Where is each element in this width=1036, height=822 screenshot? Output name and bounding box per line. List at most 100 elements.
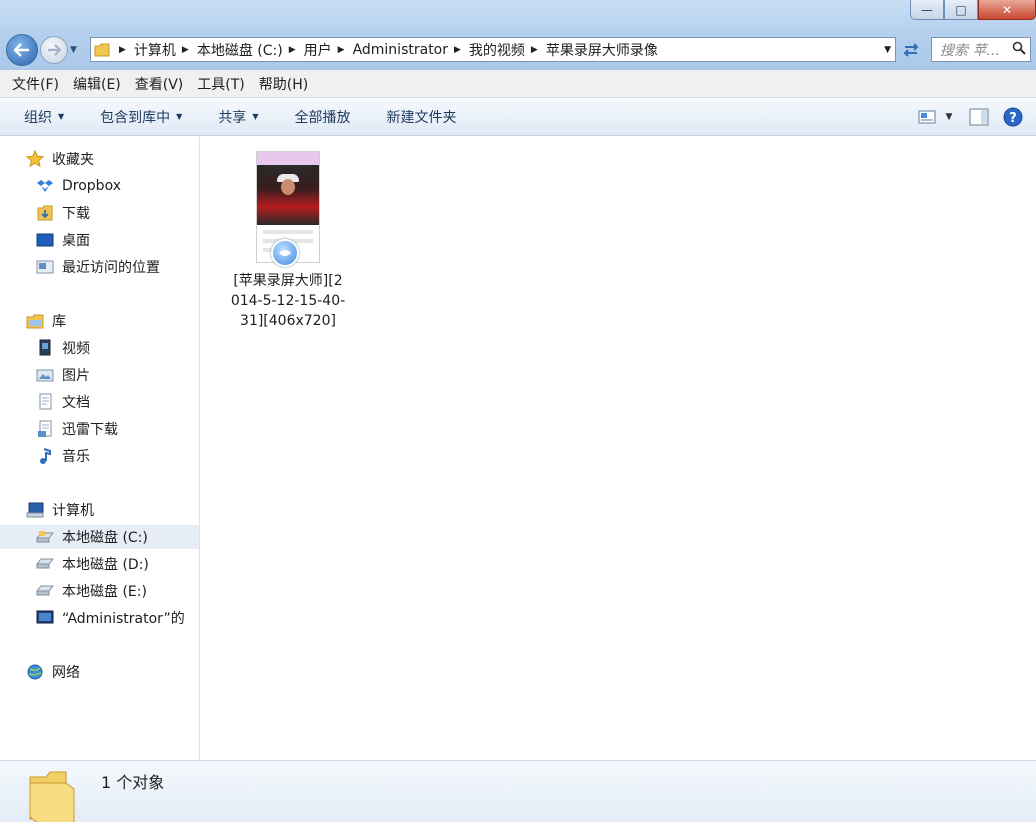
recent-pages-dropdown[interactable]: ▼ xyxy=(70,45,77,55)
sidebar-network[interactable]: 网络 xyxy=(26,660,225,684)
share-label: 共享 xyxy=(218,109,247,126)
computer-icon xyxy=(26,502,44,518)
sidebar-libraries[interactable]: 库 xyxy=(26,309,225,333)
file-name: [苹果录屏大师][2014-5-12-15-40-31][406x720] xyxy=(230,273,346,329)
sidebar-item-drive-c[interactable]: 本地磁盘 (C:) xyxy=(0,525,199,549)
menu-file[interactable]: 文件(F) xyxy=(5,74,66,94)
file-list[interactable]: [苹果录屏大师][2014-5-12-15-40-31][406x720] xyxy=(201,137,1036,760)
view-controls: ▼ ? xyxy=(916,98,1036,136)
sidebar-item-label: 本地磁盘 (D:) xyxy=(62,557,149,573)
chevron-right-icon[interactable]: ▶ xyxy=(182,45,189,55)
help-icon[interactable]: ? xyxy=(1002,106,1024,128)
sidebar-libraries-label: 库 xyxy=(52,314,66,330)
sidebar-item-label: Dropbox xyxy=(62,178,121,194)
refresh-icon xyxy=(903,42,919,57)
window-controls: — □ ✕ xyxy=(910,0,1036,21)
video-overlay-icon xyxy=(271,239,299,267)
navigation-buttons: ▼ xyxy=(6,34,77,66)
breadcrumb-users[interactable]: 用户 xyxy=(304,40,332,60)
hard-drive-icon xyxy=(36,556,54,572)
system-drive-icon xyxy=(36,529,54,545)
breadcrumb-my-videos[interactable]: 我的视频 xyxy=(469,40,525,60)
video-file-item[interactable]: [苹果录屏大师][2014-5-12-15-40-31][406x720] xyxy=(229,151,347,331)
sidebar-item-label: 本地磁盘 (E:) xyxy=(62,584,147,600)
breadcrumb-computer[interactable]: 计算机 xyxy=(134,40,176,60)
documents-library-icon xyxy=(36,393,54,410)
search-icon[interactable] xyxy=(1012,41,1026,59)
sidebar-item-label: 文档 xyxy=(62,395,90,411)
chevron-right-icon[interactable]: ▶ xyxy=(531,45,538,55)
details-pane: 1 个对象 xyxy=(0,760,1036,822)
music-library-icon xyxy=(36,448,54,464)
play-all-button[interactable]: 全部播放 xyxy=(284,107,360,127)
preview-pane-icon[interactable] xyxy=(968,106,990,128)
menu-tools[interactable]: 工具(T) xyxy=(190,74,251,94)
sidebar-network-label: 网络 xyxy=(52,665,80,681)
sidebar-favorites[interactable]: 收藏夹 xyxy=(26,147,225,171)
breadcrumb-current-folder[interactable]: 苹果录屏大师录像 xyxy=(546,40,658,60)
organize-button[interactable]: 组织 ▼ xyxy=(14,107,74,127)
downloads-library-icon xyxy=(36,420,54,437)
share-button[interactable]: 共享 ▼ xyxy=(208,107,268,127)
organize-label: 组织 xyxy=(24,109,52,126)
minimize-button[interactable]: — xyxy=(910,0,944,20)
item-count: 1 个对象 xyxy=(101,773,165,792)
menu-edit[interactable]: 编辑(E) xyxy=(66,74,128,94)
hard-drive-icon xyxy=(36,583,54,599)
recent-places-icon xyxy=(36,259,54,275)
breadcrumb-administrator[interactable]: Administrator xyxy=(353,42,448,58)
breadcrumb-drive-c[interactable]: 本地磁盘 (C:) xyxy=(197,40,283,60)
new-folder-button[interactable]: 新建文件夹 xyxy=(376,107,466,127)
refresh-button[interactable] xyxy=(898,37,924,62)
chevron-down-icon: ▼ xyxy=(176,112,183,121)
command-bar: 组织 ▼ 包含到库中 ▼ 共享 ▼ 全部播放 新建文件夹 ▼ ? xyxy=(0,98,1036,136)
chevron-down-icon: ▼ xyxy=(58,112,65,121)
close-button[interactable]: ✕ xyxy=(978,0,1036,20)
back-button[interactable] xyxy=(6,34,38,66)
search-input[interactable]: 搜索 苹... xyxy=(931,37,1031,62)
device-icon xyxy=(36,610,54,626)
maximize-button[interactable]: □ xyxy=(944,0,978,20)
window-titlebar: — □ ✕ ▼ ▶ 计算机 ▶ 本地磁盘 (C:) ▶ 用户 ▶ Adminis… xyxy=(0,0,1036,70)
chevron-right-icon[interactable]: ▶ xyxy=(338,45,345,55)
include-in-library-button[interactable]: 包含到库中 ▼ xyxy=(90,107,192,127)
libraries-icon xyxy=(26,313,44,329)
chevron-right-icon[interactable]: ▶ xyxy=(289,45,296,55)
chevron-down-icon: ▼ xyxy=(252,112,259,121)
sidebar-item-label: 桌面 xyxy=(62,233,90,249)
forward-arrow-icon xyxy=(47,44,61,56)
sidebar-item-label: “Administrator”的 xyxy=(62,611,185,627)
chevron-right-icon[interactable]: ▶ xyxy=(454,45,461,55)
menu-help[interactable]: 帮助(H) xyxy=(252,74,315,94)
back-arrow-icon xyxy=(14,43,29,57)
forward-button[interactable] xyxy=(40,36,68,64)
videos-library-icon xyxy=(36,339,54,356)
sidebar-computer[interactable]: 计算机 xyxy=(26,498,225,522)
dropbox-icon xyxy=(36,178,54,194)
sidebar-computer-label: 计算机 xyxy=(52,503,94,519)
folder-icon xyxy=(28,769,76,822)
sidebar-item-label: 最近访问的位置 xyxy=(62,260,160,276)
sidebar-item-label: 本地磁盘 (C:) xyxy=(62,530,148,546)
folder-icon xyxy=(91,38,113,61)
navigation-pane: 收藏夹 Dropbox 下载 桌面 最近访问的位置 库 视频 图片 文档 迅雷下… xyxy=(0,137,200,760)
sidebar-item-label: 下载 xyxy=(62,206,90,222)
downloads-folder-icon xyxy=(36,205,54,221)
view-options-dropdown-icon[interactable]: ▼ xyxy=(942,106,956,128)
menu-bar: 文件(F) 编辑(E) 查看(V) 工具(T) 帮助(H) xyxy=(0,70,1036,98)
sidebar-item-label: 音乐 xyxy=(62,449,90,465)
change-view-icon[interactable] xyxy=(916,106,938,128)
pictures-library-icon xyxy=(36,367,54,383)
svg-text:?: ? xyxy=(1009,111,1017,126)
address-dropdown-icon[interactable]: ▼ xyxy=(884,45,891,55)
desktop-icon xyxy=(36,232,54,248)
address-bar[interactable]: ▶ 计算机 ▶ 本地磁盘 (C:) ▶ 用户 ▶ Administrator ▶… xyxy=(90,37,896,62)
menu-view[interactable]: 查看(V) xyxy=(128,74,191,94)
sidebar-item-label: 图片 xyxy=(62,368,90,384)
sidebar-item-label: 视频 xyxy=(62,341,90,357)
star-icon xyxy=(26,150,44,168)
network-icon xyxy=(26,664,44,680)
sidebar-favorites-label: 收藏夹 xyxy=(52,152,94,168)
search-placeholder: 搜索 苹... xyxy=(940,42,1000,59)
chevron-right-icon[interactable]: ▶ xyxy=(119,45,126,55)
